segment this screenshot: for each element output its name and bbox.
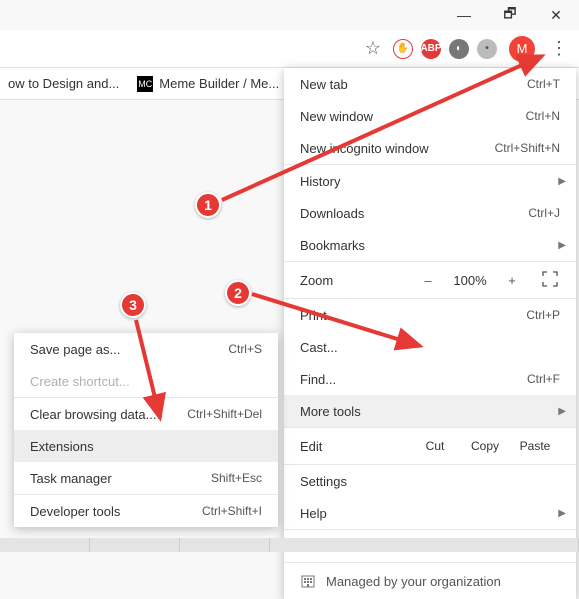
edit-cut-button[interactable]: Cut [410,439,460,453]
submenu-label: Extensions [30,439,94,454]
menu-history[interactable]: History ▶ [284,165,576,197]
more-tools-submenu: Save page as... Ctrl+S Create shortcut..… [14,333,278,527]
menu-new-window[interactable]: New window Ctrl+N [284,100,576,132]
menu-label: Downloads [300,206,364,221]
chrome-main-menu: New tab Ctrl+T New window Ctrl+N New inc… [284,68,576,599]
menu-managed[interactable]: Managed by your organization [284,563,576,599]
bookmark-star-icon[interactable]: ☆ [365,38,381,59]
menu-help[interactable]: Help ▶ [284,497,576,529]
menu-new-tab[interactable]: New tab Ctrl+T [284,68,576,100]
submenu-label: Save page as... [30,342,120,357]
ext-icon-hand[interactable]: ✋ [393,39,413,59]
menu-more-tools[interactable]: More tools ▶ [284,395,576,427]
menu-shortcut: Ctrl+N [526,109,560,123]
menu-incognito[interactable]: New incognito window Ctrl+Shift+N [284,132,576,164]
menu-bookmarks[interactable]: Bookmarks ▶ [284,229,576,261]
submenu-dev-tools[interactable]: Developer tools Ctrl+Shift+I [14,495,278,527]
menu-label: Find... [300,372,336,387]
zoom-percentage: 100% [450,273,490,288]
chevron-right-icon: ▶ [558,240,566,251]
ext-icon-4[interactable]: • [477,39,497,59]
menu-shortcut: Ctrl+Shift+N [495,141,560,155]
browser-toolbar: ☆ ✋ ABP ◐ • M ⋮ [0,30,579,68]
fullscreen-icon[interactable] [542,271,560,289]
chevron-right-icon: ▶ [558,406,566,417]
menu-label: New tab [300,77,348,92]
bookmark-label: Meme Builder / Me... [159,76,279,91]
annotation-badge-2: 2 [225,280,251,306]
menu-find[interactable]: Find... Ctrl+F [284,363,576,395]
submenu-label: Clear browsing data... [30,407,156,422]
submenu-shortcut: Ctrl+Shift+I [202,504,262,518]
menu-settings[interactable]: Settings [284,465,576,497]
bookmark-item[interactable]: ow to Design and... [8,76,119,91]
submenu-shortcut: Ctrl+Shift+Del [187,407,262,421]
menu-cast[interactable]: Cast... [284,331,576,363]
menu-shortcut: Ctrl+P [526,308,560,322]
menu-label: Edit [300,439,410,454]
annotation-badge-3: 3 [120,292,146,318]
zoom-out-button[interactable]: – [416,273,440,288]
submenu-extensions[interactable]: Extensions [14,430,278,462]
submenu-label: Developer tools [30,504,120,519]
menu-label: Bookmarks [300,238,365,253]
submenu-clear-data[interactable]: Clear browsing data... Ctrl+Shift+Del [14,398,278,430]
bookmark-label: ow to Design and... [8,76,119,91]
menu-shortcut: Ctrl+J [528,206,560,220]
chevron-right-icon: ▶ [558,508,566,519]
extension-icons: ✋ ABP ◐ • [393,39,497,59]
bookmark-item[interactable]: MC Meme Builder / Me... [137,76,279,92]
bookmark-favicon: MC [137,76,153,92]
close-button[interactable]: ✕ [533,0,579,30]
edit-paste-button[interactable]: Paste [510,439,560,453]
menu-downloads[interactable]: Downloads Ctrl+J [284,197,576,229]
submenu-label: Task manager [30,471,112,486]
chevron-right-icon: ▶ [558,176,566,187]
menu-label: Help [300,506,327,521]
menu-zoom: Zoom – 100% + [284,262,576,298]
window-controls: — 🗗 ✕ [441,0,579,30]
menu-label: Zoom [300,273,406,288]
submenu-task-manager[interactable]: Task manager Shift+Esc [14,462,278,494]
zoom-in-button[interactable]: + [500,273,524,288]
menu-label: More tools [300,404,361,419]
menu-edit-row: Edit Cut Copy Paste [284,428,576,464]
submenu-shortcut: Shift+Esc [211,471,262,485]
profile-avatar[interactable]: M [509,36,535,62]
submenu-shortcut: Ctrl+S [228,342,262,356]
menu-label: New incognito window [300,141,429,156]
building-icon [300,573,316,589]
submenu-label: Create shortcut... [30,374,130,389]
chrome-menu-button[interactable]: ⋮ [545,35,573,63]
minimize-button[interactable]: — [441,0,487,30]
menu-shortcut: Ctrl+T [527,77,560,91]
ext-icon-3[interactable]: ◐ [449,39,469,59]
menu-label: History [300,174,340,189]
taskbar-strip [0,538,579,552]
annotation-badge-1: 1 [195,192,221,218]
menu-label: Cast... [300,340,338,355]
menu-print[interactable]: Print... Ctrl+P [284,299,576,331]
maximize-button[interactable]: 🗗 [487,0,533,30]
menu-label: Print... [300,308,338,323]
menu-label: Managed by your organization [326,574,501,589]
submenu-save-page[interactable]: Save page as... Ctrl+S [14,333,278,365]
menu-shortcut: Ctrl+F [527,372,560,386]
edit-copy-button[interactable]: Copy [460,439,510,453]
ext-icon-abp[interactable]: ABP [421,39,441,59]
menu-label: New window [300,109,373,124]
submenu-create-shortcut[interactable]: Create shortcut... [14,365,278,397]
menu-label: Settings [300,474,347,489]
